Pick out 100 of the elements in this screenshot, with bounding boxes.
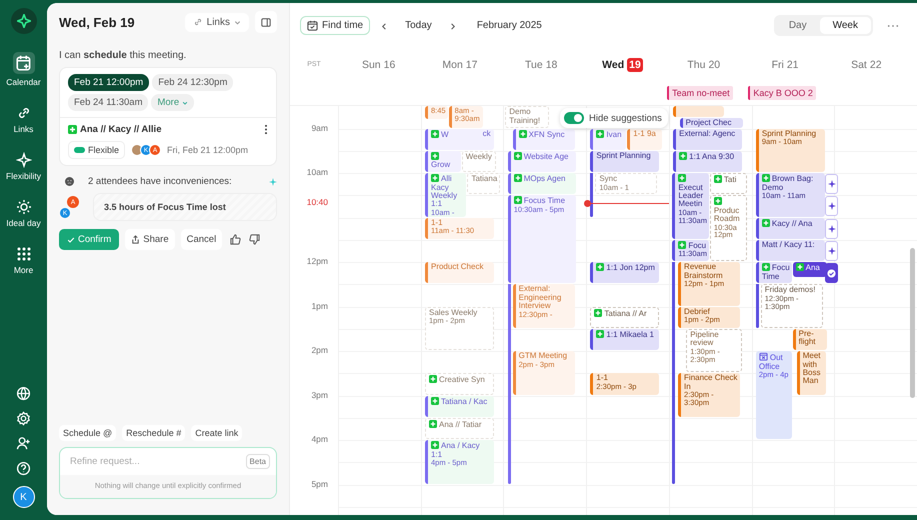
today-button[interactable]: Today — [399, 19, 438, 32]
plus-icon — [762, 263, 770, 272]
toggle-switch[interactable] — [564, 112, 584, 124]
shortcut-chip[interactable]: Schedule @ — [59, 425, 116, 441]
calendar-event[interactable]: Focu Time — [756, 262, 792, 284]
plus-icon — [594, 308, 602, 317]
calendar-event[interactable]: Grow — [424, 150, 461, 172]
calendar-event[interactable]: Tatiana / Kac — [424, 396, 494, 417]
view-tab[interactable]: Week — [820, 17, 871, 34]
flexible-toggle[interactable]: Flexible — [68, 141, 126, 159]
calendar-event[interactable]: 1:1 Mikaela 1 — [590, 328, 660, 350]
time-option[interactable]: Feb 24 11:30am — [68, 94, 148, 111]
calendar-event[interactable]: Kacy // Ana — [756, 218, 824, 239]
all-day-event[interactable]: Kacy B OOO 2 — [748, 86, 816, 100]
calendar-event[interactable]: Demo Training! — [505, 106, 550, 128]
calendar-event[interactable]: Creative Syn — [424, 373, 494, 395]
sidebar-item[interactable]: Links — [0, 101, 46, 138]
more-options-icon[interactable] — [887, 24, 899, 28]
time-option[interactable]: Feb 24 12:30pm — [152, 74, 234, 91]
day-date: 16 — [384, 58, 396, 71]
calendar-event[interactable]: External: Agenc — [673, 128, 742, 150]
collapse-panel-button[interactable] — [255, 11, 277, 33]
shortcut-chip[interactable]: Create link — [191, 425, 242, 441]
current-time-dot — [584, 200, 592, 207]
plus-icon — [428, 420, 437, 428]
calendar-event[interactable]: Project Chec — [680, 118, 744, 128]
plus-icon — [596, 263, 604, 272]
chevron-left-icon — [381, 23, 388, 30]
calendar-check-icon — [307, 20, 318, 32]
kebab-menu-icon[interactable] — [264, 124, 268, 135]
app-logo[interactable] — [10, 8, 36, 34]
sidebar-item[interactable]: Calendar — [0, 48, 46, 91]
calendar-event[interactable]: Tatiana // Ar — [590, 306, 660, 328]
user-avatar[interactable]: K — [12, 486, 34, 508]
confirm-button[interactable]: Confirm — [59, 229, 120, 250]
calendar-icon — [12, 52, 34, 74]
calendar-event[interactable]: Weekly — [462, 150, 496, 172]
calendar-event[interactable]: Tati — [710, 173, 748, 194]
calendar-event[interactable]: Ana — [792, 262, 827, 278]
day-date: 21 — [786, 58, 799, 71]
grid-icon — [16, 246, 32, 262]
hour-label: 2pm — [311, 345, 328, 356]
event-duration-bar — [590, 173, 594, 217]
sparkle-button[interactable] — [825, 196, 838, 216]
hour-label: 9am — [311, 122, 328, 133]
sidebar-item[interactable]: Flexibility — [0, 148, 46, 185]
thumbs-down-icon[interactable] — [249, 234, 260, 245]
calendar-event[interactable]: Product Check — [424, 262, 494, 284]
sparkle-icon — [16, 152, 32, 168]
calendar-event[interactable]: 1:1 Jon 12pm — [590, 262, 660, 284]
day-name: Tue — [525, 58, 543, 71]
plus-icon — [596, 130, 604, 138]
add-user-icon[interactable] — [16, 436, 31, 451]
share-button[interactable]: Share — [125, 229, 175, 250]
calendar-event[interactable]: Ana // Tatiar — [424, 418, 494, 440]
plus-icon — [518, 130, 527, 138]
shortcut-chip[interactable]: Reschedule # — [122, 425, 186, 441]
thumbs-up-icon[interactable] — [230, 234, 242, 245]
check-icon — [827, 268, 836, 278]
calendar-event[interactable]: Meet with Boss Man — [796, 351, 826, 395]
sparkle-button[interactable] — [825, 240, 838, 261]
sparkle-button[interactable] — [825, 218, 838, 239]
calendar-event[interactable]: Ivan — [590, 128, 626, 150]
all-day-event[interactable]: Team no-meet — [667, 86, 733, 100]
day-date: 19 — [627, 58, 643, 72]
links-dropdown[interactable]: Links — [184, 12, 249, 32]
sidebar-item[interactable]: Ideal day — [0, 195, 46, 232]
caret-icon — [234, 18, 241, 26]
sidebar-item[interactable]: More — [0, 242, 46, 279]
chevron-right-icon — [448, 23, 456, 30]
plus-icon — [714, 197, 722, 206]
day-name: Wed — [602, 58, 624, 71]
hour-label: 5pm — [311, 478, 328, 489]
cancel-button[interactable]: Cancel — [180, 229, 222, 250]
scrollbar[interactable] — [910, 248, 915, 398]
help-icon[interactable] — [16, 461, 31, 476]
calendar-event[interactable]: Sprint Planning — [590, 150, 660, 172]
sparkle-button[interactable] — [825, 174, 838, 194]
plus-icon — [428, 375, 437, 384]
calendar-event[interactable]: Pre- flight — [792, 328, 827, 350]
calendar-event[interactable]: XFN Sync — [512, 128, 575, 150]
plus-icon — [762, 218, 770, 227]
calendar-event[interactable]: 1:1 Ana 9:30 — [673, 150, 742, 172]
calendar-event[interactable]: W ck — [424, 128, 494, 150]
globe-icon[interactable] — [16, 386, 31, 401]
calendar-event[interactable]: Tatiana — [467, 173, 500, 194]
plus-icon — [762, 174, 770, 182]
calendar-event[interactable]: Matt / Kacy 11: — [756, 240, 824, 262]
calendar-event[interactable]: 1-1 9a — [627, 128, 662, 150]
settings-icon[interactable] — [16, 411, 31, 426]
calendar-event[interactable]: Website Age — [508, 150, 576, 172]
beta-tag: Beta — [246, 454, 270, 469]
check-button[interactable] — [825, 263, 838, 284]
plus-icon — [68, 125, 77, 134]
refine-input[interactable]: Refine request... — [68, 455, 246, 468]
find-time-button[interactable]: Find time — [300, 16, 370, 36]
view-tab[interactable]: Day — [776, 17, 820, 34]
calendar-event[interactable]: MOps Agen — [508, 173, 576, 194]
more-dropdown[interactable]: More — [151, 94, 194, 111]
time-option[interactable]: Feb 21 12:00pm — [68, 74, 150, 91]
